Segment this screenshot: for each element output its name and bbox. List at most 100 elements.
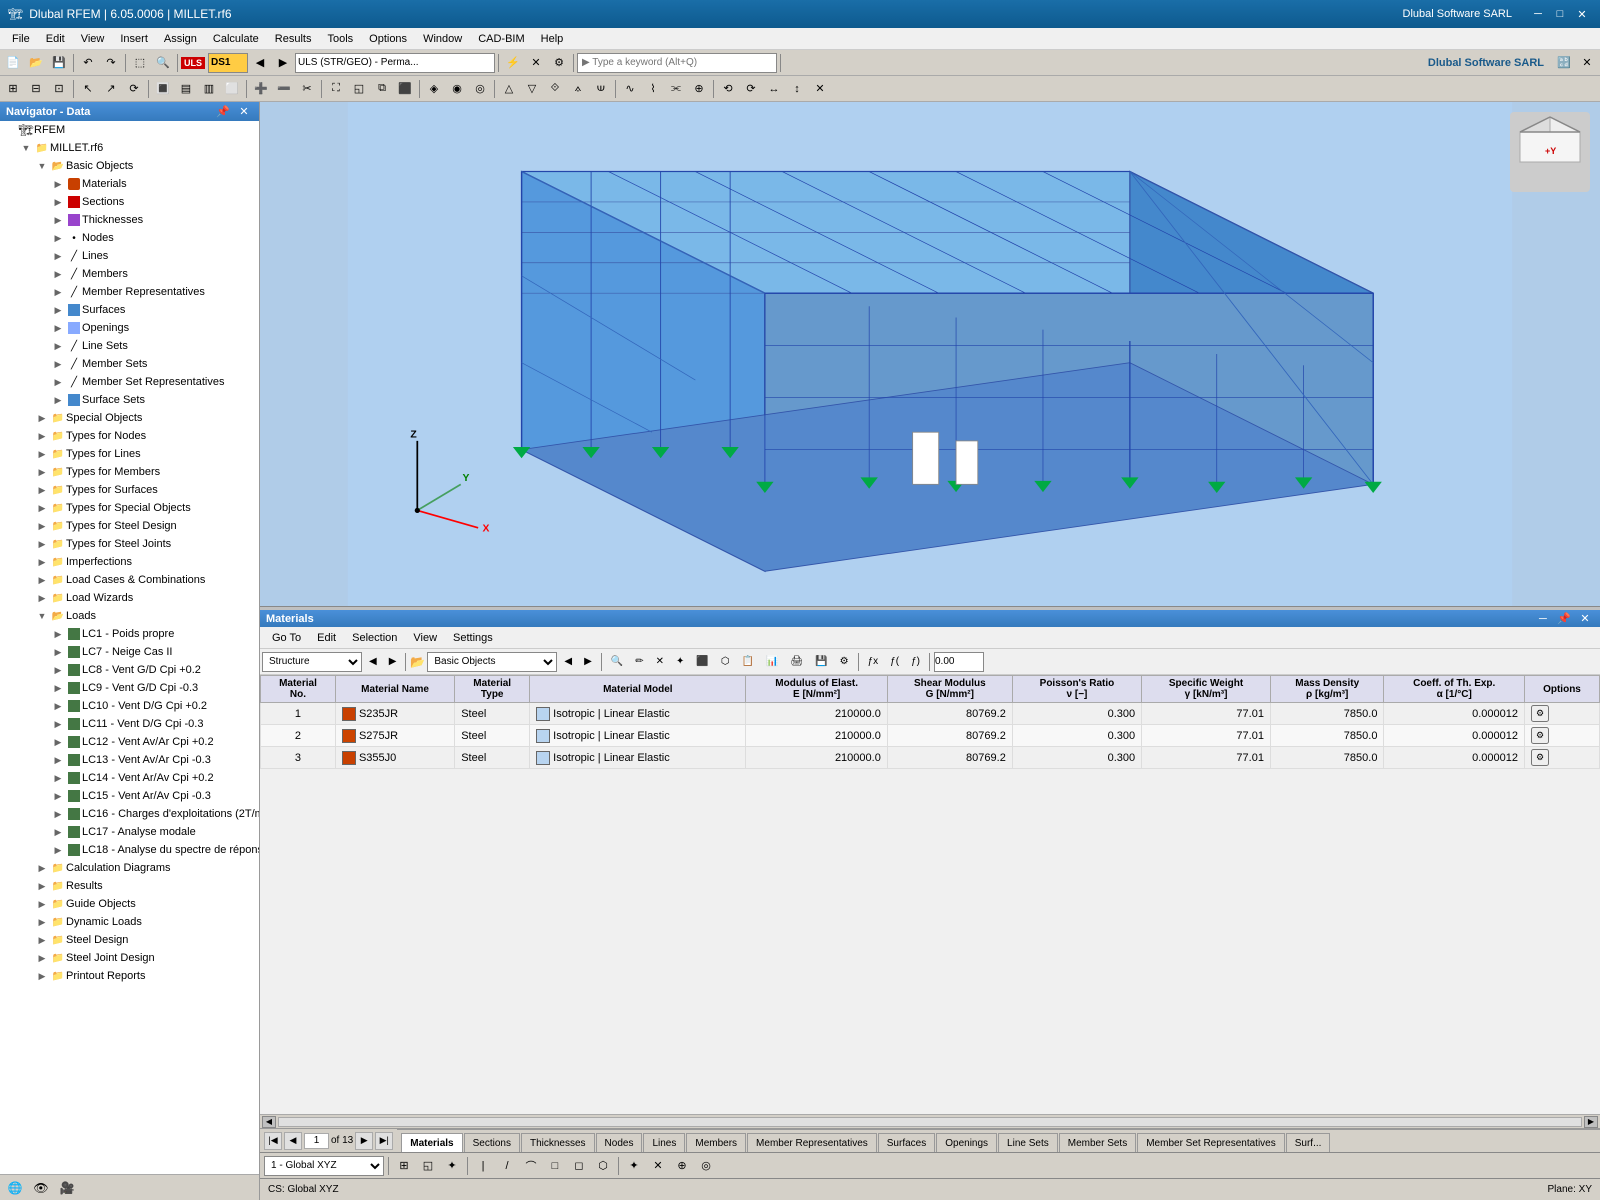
tab-nodes[interactable]: Nodes	[596, 1133, 643, 1153]
mat-tb2[interactable]: ✏	[630, 651, 648, 673]
tree-lc16[interactable]: ▶ LC16 - Charges d'exploitations (2T/m²)	[0, 805, 259, 823]
tree-lc11[interactable]: ▶ LC11 - Vent D/G Cpi -0.3	[0, 715, 259, 733]
menu-insert[interactable]: Insert	[112, 31, 156, 47]
scroll-left-button[interactable]: ◀	[262, 1116, 276, 1128]
lc11-expand[interactable]: ▶	[50, 719, 66, 730]
surf-expand[interactable]: ▶	[50, 305, 66, 316]
close2-button[interactable]: ✕	[1576, 52, 1598, 74]
bot-btn7[interactable]: □	[544, 1155, 566, 1177]
tree-types-lines[interactable]: ▶ 📁 Types for Lines	[0, 445, 259, 463]
bot-btn8[interactable]: ◻	[568, 1155, 590, 1177]
tso-expand[interactable]: ▶	[34, 503, 50, 514]
cube-navigator[interactable]: +Y	[1510, 112, 1590, 192]
mat-tb6[interactable]: ⬡	[716, 651, 735, 673]
loads-expand[interactable]: ▼	[34, 611, 50, 621]
tree-lc7[interactable]: ▶ LC7 - Neige Cas II	[0, 643, 259, 661]
ds-combo[interactable]	[208, 53, 248, 73]
cell-options[interactable]: ⚙	[1524, 747, 1599, 769]
cs-select[interactable]: 1 - Global XYZ	[264, 1156, 384, 1176]
bot-btn9[interactable]: ⬡	[592, 1155, 614, 1177]
menu-file[interactable]: File	[4, 31, 38, 47]
nav-pin-button[interactable]: 📌	[214, 105, 232, 118]
bot-btn5[interactable]: /	[496, 1155, 518, 1177]
spec-expand[interactable]: ▶	[34, 413, 50, 424]
tree-surfaces[interactable]: ▶ Surfaces	[0, 301, 259, 319]
tree-results[interactable]: ▶ 📁 Results	[0, 877, 259, 895]
lc15-expand[interactable]: ▶	[50, 791, 66, 802]
viewport-area[interactable]: Z X Y +Y	[260, 102, 1600, 606]
menu-window[interactable]: Window	[415, 31, 470, 47]
mat-expand[interactable]: ▶	[50, 179, 66, 190]
dyn-expand[interactable]: ▶	[34, 917, 50, 928]
tm-expand[interactable]: ▶	[34, 467, 50, 478]
panel-pin-button[interactable]: 📌	[1555, 612, 1573, 625]
new-button[interactable]: 📄	[2, 52, 24, 74]
tb2-10[interactable]: ⬜	[221, 78, 243, 100]
panel-resize-button[interactable]: ─	[1534, 613, 1552, 625]
prev-page-button[interactable]: ◀	[284, 1132, 302, 1150]
tb2-2[interactable]: ⊟	[25, 78, 47, 100]
lc-expand[interactable]: ▶	[34, 575, 50, 586]
tree-nodes[interactable]: ▶ • Nodes	[0, 229, 259, 247]
nav-globe-button[interactable]: 🌐	[4, 1177, 26, 1199]
lc12-expand[interactable]: ▶	[50, 737, 66, 748]
tb2-14[interactable]: ⛶	[325, 78, 347, 100]
tab-line-sets[interactable]: Line Sets	[998, 1133, 1058, 1153]
tb2-1[interactable]: ⊞	[2, 78, 24, 100]
res-expand[interactable]: ▶	[34, 881, 50, 892]
bot-btn1[interactable]: ⊞	[393, 1155, 415, 1177]
scroll-right-button[interactable]: ▶	[1584, 1116, 1598, 1128]
redo-button[interactable]: ↷	[100, 52, 122, 74]
mat-fx2[interactable]: ƒ(	[885, 651, 904, 673]
bot-btn11[interactable]: ✕	[647, 1155, 669, 1177]
mat-menu-selection[interactable]: Selection	[344, 630, 405, 646]
table-scroll-area[interactable]: ◀ ▶	[260, 1114, 1600, 1128]
tb2-21[interactable]: △	[498, 78, 520, 100]
mat-menu-view[interactable]: View	[405, 630, 445, 646]
tree-membersets[interactable]: ▶ ╱ Member Sets	[0, 355, 259, 373]
tb2-27[interactable]: ⌇	[642, 78, 664, 100]
mat-tb3[interactable]: ✕	[651, 651, 669, 673]
tree-types-surfaces[interactable]: ▶ 📁 Types for Surfaces	[0, 481, 259, 499]
tree-lc8[interactable]: ▶ LC8 - Vent G/D Cpi +0.2	[0, 661, 259, 679]
tab-member-sets[interactable]: Member Sets	[1059, 1133, 1136, 1153]
mat-tb4[interactable]: ✦	[671, 651, 689, 673]
tree-calc-diagrams[interactable]: ▶ 📁 Calculation Diagrams	[0, 859, 259, 877]
tree-lc13[interactable]: ▶ LC13 - Vent Av/Ar Cpi -0.3	[0, 751, 259, 769]
tb2-7[interactable]: 🔳	[152, 78, 174, 100]
tree-openings[interactable]: ▶ Openings	[0, 319, 259, 337]
tab-sections[interactable]: Sections	[464, 1133, 520, 1153]
tab-surfaces[interactable]: Surfaces	[878, 1133, 935, 1153]
tb2-4[interactable]: ↖	[77, 78, 99, 100]
cd-expand[interactable]: ▶	[34, 863, 50, 874]
menu-tools[interactable]: Tools	[319, 31, 361, 47]
tab-members[interactable]: Members	[686, 1133, 746, 1153]
save-button[interactable]: 💾	[48, 52, 70, 74]
lw-expand[interactable]: ▶	[34, 593, 50, 604]
basic-expand[interactable]: ▼	[34, 161, 50, 171]
mat-menu-settings[interactable]: Settings	[445, 630, 501, 646]
materials-table-scroll[interactable]: MaterialNo. Material Name MaterialType M…	[260, 675, 1600, 769]
close-button[interactable]: ✕	[1572, 4, 1592, 24]
menu-cadbim[interactable]: CAD-BIM	[470, 31, 532, 47]
tree-lc15[interactable]: ▶ LC15 - Vent Ar/Av Cpi -0.3	[0, 787, 259, 805]
tree-root-rfem[interactable]: 🏗 RFEM	[0, 121, 259, 139]
tb2-19[interactable]: ◉	[446, 78, 468, 100]
tb2-6[interactable]: ⟳	[123, 78, 145, 100]
tab-thicknesses[interactable]: Thicknesses	[521, 1133, 595, 1153]
next-nav-button[interactable]: ▶	[384, 651, 402, 673]
cross-button[interactable]: ✕	[525, 52, 547, 74]
mat-tb8[interactable]: 📊	[761, 651, 783, 673]
bot-btn4[interactable]: |	[472, 1155, 494, 1177]
mat-fx1[interactable]: ƒx	[863, 651, 884, 673]
sd-expand[interactable]: ▶	[34, 935, 50, 946]
ss-expand[interactable]: ▶	[50, 395, 66, 406]
tree-lc18[interactable]: ▶ LC18 - Analyse du spectre de réponse	[0, 841, 259, 859]
tree-lc12[interactable]: ▶ LC12 - Vent Av/Ar Cpi +0.2	[0, 733, 259, 751]
tree-file[interactable]: ▼ 📁 MILLET.rf6	[0, 139, 259, 157]
tb2-22[interactable]: ▽	[521, 78, 543, 100]
tree-types-members[interactable]: ▶ 📁 Types for Members	[0, 463, 259, 481]
filter-button[interactable]: ⚡	[502, 52, 524, 74]
mat-tb10[interactable]: 💾	[810, 651, 832, 673]
tree-lc14[interactable]: ▶ LC14 - Vent Ar/Av Cpi +0.2	[0, 769, 259, 787]
